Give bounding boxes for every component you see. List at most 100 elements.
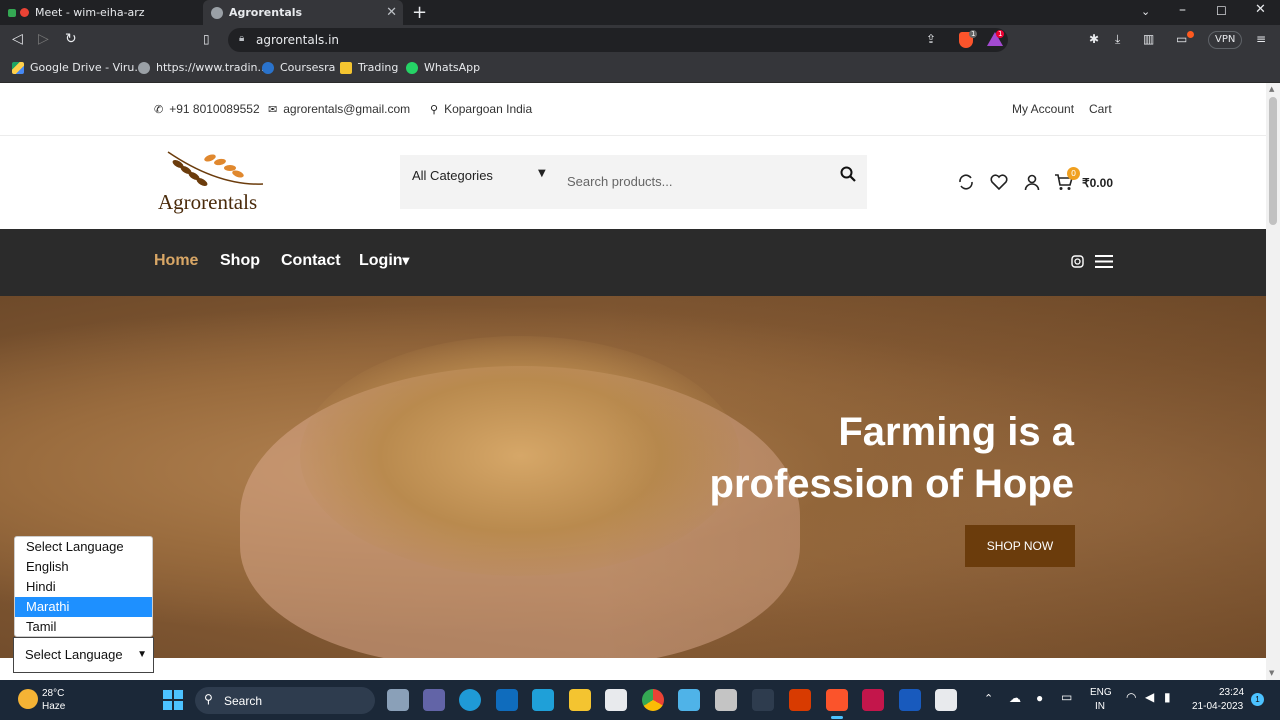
reload-icon[interactable]: ↻ [65,31,77,47]
office-icon[interactable] [789,689,811,711]
minimize-button[interactable]: – [1179,2,1186,18]
chevron-up-icon[interactable]: ⌃ [984,692,993,705]
sidebar-icon[interactable]: ▥ [1143,32,1154,46]
word-icon[interactable] [899,689,921,711]
download-icon[interactable]: ⤓ [1115,32,1120,47]
my-account-link[interactable]: My Account [1012,102,1074,116]
tab-agrorentals[interactable]: Agrorentals ✕ [203,0,403,25]
phone-icon: ✆ [154,103,164,116]
battery-icon[interactable]: ▮ [1164,690,1171,704]
heart-icon[interactable] [990,173,1008,191]
user-icon[interactable] [1023,173,1041,191]
logo-text[interactable]: Agrorentals [158,190,257,215]
bookmark-google-drive[interactable]: Google Drive - Viru... [12,61,145,74]
search-icon[interactable] [840,166,856,182]
cart-total[interactable]: ₹0.00 [1082,176,1113,190]
share-icon[interactable]: ⇪ [926,32,936,46]
bookmark-whatsapp[interactable]: WhatsApp [406,61,480,74]
language-option-highlighted[interactable]: Marathi [15,597,152,617]
microphone-icon[interactable]: ● [1036,691,1043,705]
globe-icon [211,6,223,19]
onedrive-icon[interactable]: ☁ [1009,691,1021,705]
category-select[interactable]: All Categories [412,168,493,183]
vpn-button[interactable]: VPN [1208,31,1243,49]
notepad-icon[interactable] [678,689,700,711]
scroll-up-icon[interactable]: ▲ [1269,85,1274,93]
address-bar[interactable]: 🔒︎ agrorentals.in ⇪ 1 1 [228,28,1008,52]
nav-shop[interactable]: Shop [220,252,260,270]
language-option[interactable]: English [15,557,152,577]
brave-icon[interactable] [826,689,848,711]
google-drive-icon [12,61,24,74]
file-explorer-task-icon[interactable] [387,689,409,711]
bookmark-coursera[interactable]: Coursesra [262,61,335,74]
browser-toolbar: ◁ ▷ ↻ ▯ 🔒︎ agrorentals.in ⇪ 1 1 ✱ ⤓ ▥ ▭ … [0,25,1280,55]
folder-icon[interactable] [569,689,591,711]
keyboard-icon[interactable]: ▭ [1061,690,1072,704]
notification-badge[interactable]: 1 [1251,693,1264,706]
chevron-down-icon[interactable]: ▼ [538,168,546,179]
email-info[interactable]: ✉ agrorentals@gmail.com [268,102,410,116]
teams-icon[interactable] [423,689,445,711]
language-option[interactable]: Hindi [15,577,152,597]
search-icon: ⚲ [204,692,213,706]
phone-info[interactable]: ✆ +91 8010089552 [154,102,260,116]
launcher-icon[interactable] [532,689,554,711]
weather-icon[interactable] [18,689,38,709]
compare-icon[interactable] [957,173,975,191]
infinity-app-icon[interactable] [752,689,774,711]
wallet-icon[interactable]: ▭ [1176,32,1187,46]
volume-icon[interactable]: ◀ [1145,690,1154,704]
location-text: Kopargoan India [444,102,533,116]
chrome-icon[interactable] [642,689,664,711]
bookmark-trading-site[interactable]: https://www.tradin... [138,61,268,74]
instagram-icon[interactable] [1071,255,1084,268]
wallet-notification-dot [1187,31,1194,38]
hero-title: Farming is a profession of Hope [474,406,1074,510]
forward-icon[interactable]: ▷ [38,31,49,47]
bookmark-icon[interactable]: ▯ [203,32,210,46]
my-account-label: My Account [1012,102,1075,116]
hamburger-menu-icon[interactable] [1095,254,1113,269]
language-option[interactable]: Select Language [15,537,152,557]
nav-login[interactable]: Login [359,252,403,270]
taskbar-search[interactable]: ⚲ Search [195,687,375,714]
login-caret-icon[interactable]: ▼ [402,256,410,267]
store-icon[interactable] [605,689,627,711]
wifi-icon[interactable]: ◠ [1126,690,1136,704]
close-tab-icon[interactable]: ✕ [386,5,397,20]
location-info: ⚲ Kopargoan India [430,102,532,116]
snipping-tool-icon[interactable] [935,689,957,711]
edge-icon[interactable] [459,689,481,711]
mail-icon[interactable] [496,689,518,711]
whatsapp-icon [406,61,418,74]
weather-temp[interactable]: 28°C [42,688,64,699]
scrollbar-thumb[interactable] [1269,97,1277,225]
language-select[interactable]: Select Language ▼ [13,637,154,673]
menu-icon[interactable]: ≡ [1256,32,1266,46]
bookmark-label: WhatsApp [424,61,481,74]
scroll-down-icon[interactable]: ▼ [1269,669,1274,677]
calculator-icon[interactable] [715,689,737,711]
close-window-button[interactable]: ✕ [1255,2,1266,17]
clock-date[interactable]: 21-04-2023 [1192,701,1243,712]
tab-search-icon[interactable]: ⌄ [1141,5,1150,18]
app-icon[interactable] [862,689,884,711]
language-option[interactable]: Tamil [15,617,152,637]
maximize-button[interactable]: ☐ [1216,4,1227,18]
tab-meet[interactable]: Meet - wim-eiha-arz [8,0,203,25]
shop-now-button[interactable]: SHOP NOW [965,525,1075,567]
new-tab-button[interactable]: + [412,2,427,23]
search-input[interactable]: Search products... [567,174,673,189]
cart-link[interactable]: Cart [1089,102,1112,116]
back-icon[interactable]: ◁ [12,31,23,47]
nav-contact[interactable]: Contact [281,252,341,270]
clock-time[interactable]: 23:24 [1219,687,1244,698]
windows-start-icon[interactable] [163,690,183,710]
extensions-icon[interactable]: ✱ [1089,32,1099,46]
page-scrollbar[interactable]: ▲ ▼ [1266,83,1280,680]
lock-icon: 🔒︎ [239,33,245,44]
bookmark-folder-trading[interactable]: Trading [340,61,398,74]
input-language-top[interactable]: ENG [1090,687,1112,698]
nav-home[interactable]: Home [154,252,198,270]
